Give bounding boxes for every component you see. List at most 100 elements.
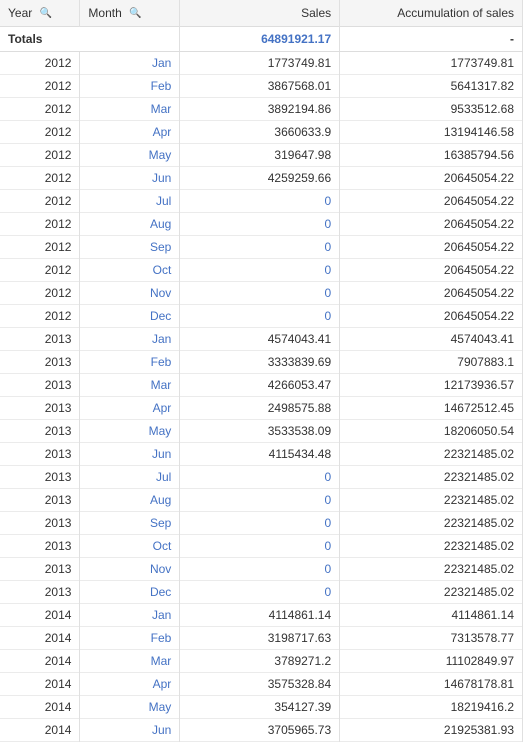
table-row: 2014Jan4114861.144114861.14: [0, 604, 523, 627]
cell-accum: 13194146.58: [340, 121, 523, 144]
col-header-accum: Accumulation of sales: [340, 0, 523, 27]
cell-sales: 0: [180, 512, 340, 535]
cell-accum: 22321485.02: [340, 581, 523, 604]
cell-sales: 0: [180, 236, 340, 259]
cell-sales: 3789271.2: [180, 650, 340, 673]
cell-month: Apr: [80, 397, 180, 420]
cell-accum: 18206050.54: [340, 420, 523, 443]
cell-month: Feb: [80, 75, 180, 98]
cell-accum: 21925381.93: [340, 719, 523, 742]
table-row: 2013Jun4115434.4822321485.02: [0, 443, 523, 466]
cell-sales: 4266053.47: [180, 374, 340, 397]
cell-year: 2012: [0, 236, 80, 259]
cell-year: 2014: [0, 650, 80, 673]
cell-accum: 22321485.02: [340, 466, 523, 489]
cell-accum: 4574043.41: [340, 328, 523, 351]
table-row: 2014May354127.3918219416.2: [0, 696, 523, 719]
cell-sales: 4259259.66: [180, 167, 340, 190]
cell-month: May: [80, 144, 180, 167]
cell-accum: 12173936.57: [340, 374, 523, 397]
cell-year: 2013: [0, 581, 80, 604]
cell-year: 2012: [0, 282, 80, 305]
cell-month: Aug: [80, 489, 180, 512]
cell-sales: 3867568.01: [180, 75, 340, 98]
totals-row: Totals 64891921.17 -: [0, 27, 523, 52]
cell-month: Apr: [80, 121, 180, 144]
cell-month: Oct: [80, 535, 180, 558]
table-row: 2014Mar3789271.211102849.97: [0, 650, 523, 673]
cell-year: 2012: [0, 259, 80, 282]
table-row: 2012Sep020645054.22: [0, 236, 523, 259]
col-header-month: Month 🔍: [80, 0, 180, 27]
cell-sales: 0: [180, 581, 340, 604]
cell-accum: 14678178.81: [340, 673, 523, 696]
cell-sales: 3575328.84: [180, 673, 340, 696]
cell-sales: 2498575.88: [180, 397, 340, 420]
table-row: 2012Nov020645054.22: [0, 282, 523, 305]
table-row: 2013Nov022321485.02: [0, 558, 523, 581]
cell-year: 2012: [0, 144, 80, 167]
cell-month: Mar: [80, 650, 180, 673]
cell-sales: 3333839.69: [180, 351, 340, 374]
table-row: 2012Jul020645054.22: [0, 190, 523, 213]
table-row: 2012Oct020645054.22: [0, 259, 523, 282]
cell-month: Jul: [80, 466, 180, 489]
cell-sales: 0: [180, 489, 340, 512]
month-label: Month: [88, 6, 121, 20]
cell-year: 2012: [0, 213, 80, 236]
cell-sales: 1773749.81: [180, 52, 340, 75]
cell-accum: 18219416.2: [340, 696, 523, 719]
cell-year: 2012: [0, 167, 80, 190]
cell-year: 2012: [0, 121, 80, 144]
table-row: 2013Jan4574043.414574043.41: [0, 328, 523, 351]
cell-month: Jun: [80, 443, 180, 466]
cell-year: 2012: [0, 190, 80, 213]
cell-month: Jan: [80, 52, 180, 75]
cell-accum: 20645054.22: [340, 167, 523, 190]
cell-month: Mar: [80, 98, 180, 121]
table-row: 2013Mar4266053.4712173936.57: [0, 374, 523, 397]
cell-year: 2013: [0, 351, 80, 374]
table-row: 2014Feb3198717.637313578.77: [0, 627, 523, 650]
cell-accum: 14672512.45: [340, 397, 523, 420]
cell-sales: 4114861.14: [180, 604, 340, 627]
table-row: 2012Mar3892194.869533512.68: [0, 98, 523, 121]
cell-year: 2014: [0, 719, 80, 742]
cell-year: 2013: [0, 328, 80, 351]
cell-sales: 354127.39: [180, 696, 340, 719]
cell-sales: 0: [180, 466, 340, 489]
year-label: Year: [8, 6, 32, 20]
cell-accum: 11102849.97: [340, 650, 523, 673]
cell-year: 2013: [0, 374, 80, 397]
cell-year: 2013: [0, 558, 80, 581]
year-search-icon[interactable]: 🔍: [40, 8, 52, 20]
cell-month: Dec: [80, 305, 180, 328]
month-search-icon[interactable]: 🔍: [129, 8, 141, 20]
table-row: 2013May3533538.0918206050.54: [0, 420, 523, 443]
totals-accum: -: [340, 27, 523, 52]
cell-sales: 0: [180, 282, 340, 305]
cell-accum: 4114861.14: [340, 604, 523, 627]
cell-sales: 3892194.86: [180, 98, 340, 121]
cell-accum: 16385794.56: [340, 144, 523, 167]
col-header-year: Year 🔍: [0, 0, 80, 27]
cell-sales: 4115434.48: [180, 443, 340, 466]
cell-month: Jun: [80, 167, 180, 190]
cell-sales: 0: [180, 190, 340, 213]
cell-sales: 3533538.09: [180, 420, 340, 443]
table-row: 2013Jul022321485.02: [0, 466, 523, 489]
cell-accum: 20645054.22: [340, 305, 523, 328]
table-row: 2013Sep022321485.02: [0, 512, 523, 535]
cell-year: 2012: [0, 52, 80, 75]
cell-year: 2014: [0, 604, 80, 627]
cell-month: Feb: [80, 351, 180, 374]
cell-year: 2012: [0, 305, 80, 328]
cell-year: 2013: [0, 443, 80, 466]
cell-accum: 20645054.22: [340, 259, 523, 282]
cell-month: May: [80, 696, 180, 719]
cell-month: Mar: [80, 374, 180, 397]
cell-sales: 3705965.73: [180, 719, 340, 742]
cell-year: 2013: [0, 397, 80, 420]
col-header-sales: Sales: [180, 0, 340, 27]
table-row: 2013Apr2498575.8814672512.45: [0, 397, 523, 420]
